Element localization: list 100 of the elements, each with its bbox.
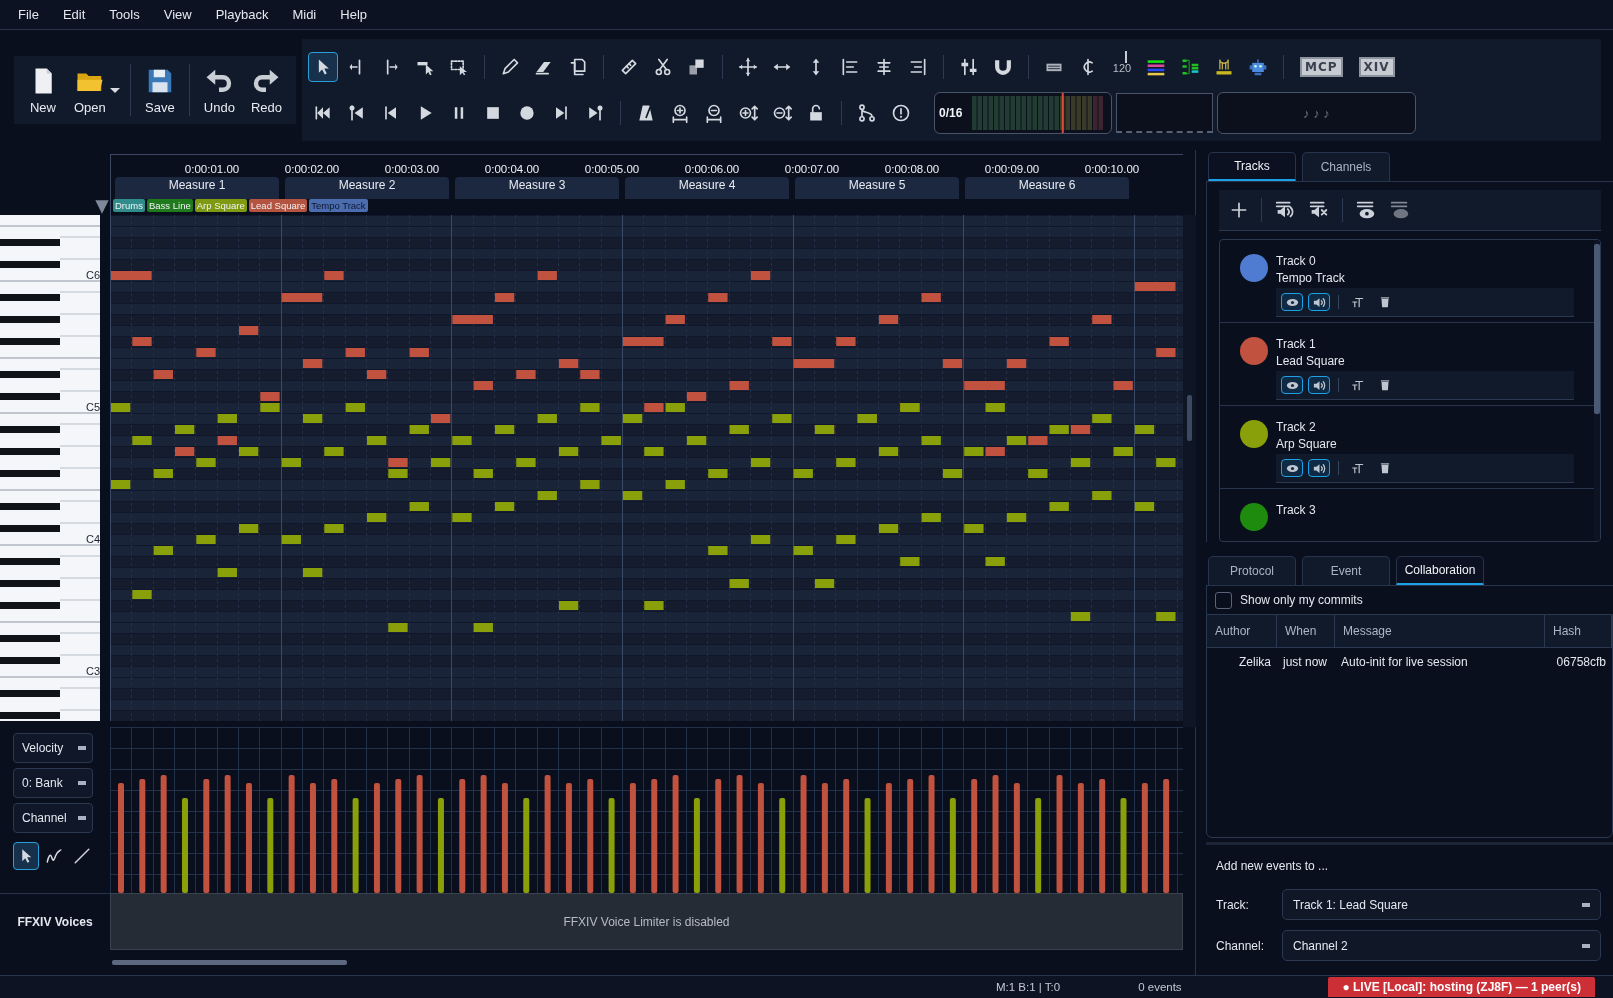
menu-item[interactable]: Edit xyxy=(50,3,98,26)
undo-button[interactable]: Undo xyxy=(195,61,243,119)
redo-button[interactable]: Redo xyxy=(242,61,290,119)
audio-toggle[interactable] xyxy=(1308,376,1330,394)
panel-tab[interactable]: Tracks xyxy=(1208,152,1296,181)
pencil-icon xyxy=(499,57,520,77)
track-name: Tempo Track xyxy=(1276,271,1346,285)
table-cell-text: Zelika xyxy=(1238,654,1272,671)
visibility-toggle[interactable] xyxy=(1281,459,1303,477)
track-name: Arp Square xyxy=(1276,437,1338,451)
time-label: 0:00:05.00 xyxy=(583,163,641,175)
octave-label: C4 xyxy=(85,534,100,545)
menu-item[interactable]: View xyxy=(151,3,204,26)
tempo-button[interactable]: 120 xyxy=(1106,51,1137,83)
save-button[interactable]: Save xyxy=(136,61,183,119)
warning-icon xyxy=(890,103,911,123)
time-label: 0:00:03.00 xyxy=(383,163,441,175)
new-button[interactable]: New xyxy=(20,61,66,119)
show-all-button[interactable] xyxy=(1355,199,1377,221)
line-icon xyxy=(73,847,91,865)
track-number: Track 1 xyxy=(1276,337,1317,351)
track-number: Track 3 xyxy=(1276,503,1317,517)
panel-tab[interactable]: Protocol xyxy=(1208,556,1296,585)
dropdown-field[interactable]: Track 1: Lead Square xyxy=(1282,889,1601,920)
time-label: 0:00:08.00 xyxy=(883,163,941,175)
live-status-badge: ● LIVE [Local]: hosting (ZJ8F) — 1 peer(s) xyxy=(1328,977,1595,997)
marquee-icon xyxy=(448,57,469,77)
column-header[interactable]: When xyxy=(1277,615,1335,648)
table-cell-text: just now xyxy=(1281,654,1329,671)
time-label: 0:00:01.00 xyxy=(183,163,241,175)
eye-list-off-icon xyxy=(1389,199,1411,221)
voice-count: 0/16 xyxy=(938,106,963,120)
track-number: Track 0 xyxy=(1276,254,1317,268)
column-header[interactable]: Hash xyxy=(1545,615,1612,648)
octave-label: C3 xyxy=(85,666,100,677)
controller-select[interactable]: 0: Bank xyxy=(13,768,93,798)
table-cell-text: Auto-init for live session xyxy=(1340,654,1469,671)
checkbox[interactable] xyxy=(1215,591,1232,609)
measure-label: Measure 4 xyxy=(625,177,789,199)
panel-tab[interactable]: Collaboration xyxy=(1396,556,1484,585)
time-label: 0:00:04.00 xyxy=(483,163,541,175)
open-button[interactable]: Open xyxy=(66,61,114,119)
rename-icon xyxy=(1351,378,1365,392)
pointer-button[interactable] xyxy=(307,52,338,82)
hide-all-button[interactable] xyxy=(1389,199,1411,221)
scrollbar-thumb[interactable] xyxy=(1187,395,1192,441)
audio-toggle[interactable] xyxy=(1308,459,1330,477)
panel-tab[interactable]: Channels xyxy=(1302,152,1390,181)
time-label: 0:00:09.00 xyxy=(983,163,1041,175)
column-header[interactable]: Author xyxy=(1207,615,1277,648)
time-label: 0:00:06.00 xyxy=(683,163,741,175)
track-name: Lead Square xyxy=(1276,354,1346,368)
curve-icon xyxy=(45,847,63,865)
audio-toggle[interactable] xyxy=(1308,293,1330,311)
panel-tab[interactable]: Event xyxy=(1302,556,1390,585)
plus-icon xyxy=(1229,200,1249,220)
column-header[interactable]: Message xyxy=(1335,615,1545,648)
pointer-tool-button[interactable] xyxy=(13,842,39,870)
robot-icon xyxy=(1247,57,1268,77)
text-toggle-button[interactable]: MCP xyxy=(1299,57,1343,77)
section-title: Add new events to ... xyxy=(1216,859,1330,873)
scrollbar-thumb[interactable] xyxy=(1594,244,1600,414)
eye-list-icon xyxy=(1355,199,1377,221)
time-label: 0:00:02.00 xyxy=(283,163,341,175)
menu-item[interactable]: File xyxy=(6,3,51,26)
measure-label: Measure 6 xyxy=(965,177,1129,199)
text-toggle-button[interactable]: XIV xyxy=(1358,57,1395,77)
measure-label: Measure 2 xyxy=(285,177,449,199)
menu-item[interactable]: Help xyxy=(328,3,379,26)
visibility-toggle[interactable] xyxy=(1281,293,1303,311)
trash-icon xyxy=(1378,378,1392,392)
caret-icon[interactable] xyxy=(109,87,120,93)
controller-select[interactable]: Velocity xyxy=(13,733,93,763)
magnet-icon xyxy=(992,57,1013,77)
playhead-icon xyxy=(94,199,110,215)
controller-select[interactable]: Channel xyxy=(13,803,93,833)
track-chip[interactable]: Bass Line xyxy=(147,199,193,212)
track-chip[interactable]: Lead Square xyxy=(248,199,308,212)
menu-item[interactable]: Midi xyxy=(280,3,329,26)
menu-item[interactable]: Tools xyxy=(97,3,152,26)
voice-limiter-message: FFXIV Voice Limiter is disabled xyxy=(110,893,1183,950)
move-icon xyxy=(737,57,758,77)
field-label: Channel: xyxy=(1216,938,1266,953)
track-chip[interactable]: Drums xyxy=(113,199,145,212)
scrollbar-thumb[interactable] xyxy=(112,960,347,965)
octave-label: C6 xyxy=(85,270,100,281)
octave-label: C5 xyxy=(85,402,100,413)
rename-icon xyxy=(1351,295,1365,309)
menu-item[interactable]: Playback xyxy=(203,3,281,26)
track-chip[interactable]: Tempo Track xyxy=(309,199,368,212)
field-label: Track: xyxy=(1216,897,1250,912)
add-track-button[interactable] xyxy=(1229,200,1249,220)
track-number: Track 2 xyxy=(1276,420,1317,434)
note-display: ♪ ♪ ♪ xyxy=(1216,92,1416,134)
position-readout: M:1 B:1 | T:0 xyxy=(996,981,1061,993)
rename-icon xyxy=(1351,461,1365,475)
dropdown-field[interactable]: Channel 2 xyxy=(1282,930,1601,961)
zoom-out-v-icon xyxy=(771,103,792,123)
visibility-toggle[interactable] xyxy=(1281,376,1303,394)
table-cell-text: 06758cfb xyxy=(1555,654,1607,671)
